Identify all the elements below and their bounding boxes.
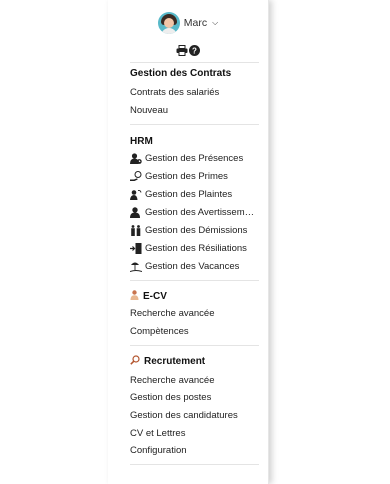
divider xyxy=(130,124,259,125)
toolbar: ? xyxy=(108,43,268,57)
menu-item-label: Gestion des Résiliations xyxy=(145,243,247,254)
sidebar-menu: Marc ⌵ ? Gestion des Contrats Contrats d… xyxy=(108,0,269,484)
menu-item-contracts-employees[interactable]: Contrats des salariés xyxy=(130,87,219,98)
section-heading-ecv: E-CV xyxy=(130,290,167,303)
user-menu[interactable]: Marc ⌵ xyxy=(108,10,268,36)
menu-item-label: Gestion des Avertissem… xyxy=(145,207,255,218)
menu-item-vacations[interactable]: Gestion des Vacances xyxy=(130,261,239,272)
divider xyxy=(130,464,259,465)
door-exit-icon xyxy=(130,243,142,254)
menu-item-label: Gestion des Plaintes xyxy=(145,189,233,200)
divider xyxy=(130,345,259,346)
menu-item-label: Gestion des Primes xyxy=(145,171,228,182)
menu-item-ecv-skills[interactable]: Compètences xyxy=(130,326,189,337)
menu-item-terminations[interactable]: Gestion des Résiliations xyxy=(130,243,247,254)
divider xyxy=(130,280,259,281)
section-heading-label: E-CV xyxy=(143,291,167,302)
help-icon[interactable]: ? xyxy=(189,44,200,56)
menu-item-label: Gestion des Démissions xyxy=(145,225,248,236)
section-heading-contracts: Gestion des Contrats xyxy=(130,68,232,79)
section-heading-label: Recrutement xyxy=(144,356,206,367)
cv-person-icon xyxy=(130,290,139,303)
menu-item-warnings[interactable]: Gestion des Avertissem… xyxy=(130,207,254,218)
menu-item-cv-letters[interactable]: CV et Lettres xyxy=(130,428,185,439)
section-heading-hrm: HRM xyxy=(130,136,153,147)
hand-coin-icon xyxy=(130,171,142,182)
menu-item-bonuses[interactable]: Gestion des Primes xyxy=(130,171,228,182)
avatar xyxy=(157,12,180,34)
menu-item-label: Gestion des Vacances xyxy=(145,261,240,272)
user-warning-icon xyxy=(130,207,142,218)
chevron-down-icon: ⌵ xyxy=(212,18,219,27)
menu-item-recruitment-advanced-search[interactable]: Recherche avancée xyxy=(130,375,215,386)
menu-item-attendance[interactable]: Gestion des Présences xyxy=(130,153,243,164)
svg-text:?: ? xyxy=(192,46,197,55)
user-clock-icon xyxy=(130,153,142,164)
user-resign-icon xyxy=(130,225,142,236)
menu-item-label: Gestion des Présences xyxy=(145,153,244,164)
menu-item-contracts-new[interactable]: Nouveau xyxy=(130,105,168,116)
section-heading-recruitment: Recrutement xyxy=(130,355,205,368)
divider xyxy=(130,62,259,63)
menu-item-resignations[interactable]: Gestion des Démissions xyxy=(130,225,247,236)
menu-item-positions[interactable]: Gestion des postes xyxy=(130,392,211,403)
magnifier-icon xyxy=(130,355,140,368)
menu-item-ecv-advanced-search[interactable]: Recherche avancée xyxy=(130,308,215,319)
menu-item-applications[interactable]: Gestion des candidatures xyxy=(130,410,238,421)
user-complaint-icon xyxy=(130,189,142,200)
printer-icon[interactable] xyxy=(176,44,188,56)
user-name: Marc xyxy=(183,17,208,29)
menu-item-configuration[interactable]: Configuration xyxy=(130,445,187,456)
menu-item-complaints[interactable]: Gestion des Plaintes xyxy=(130,189,232,200)
beach-umbrella-icon xyxy=(130,261,142,272)
